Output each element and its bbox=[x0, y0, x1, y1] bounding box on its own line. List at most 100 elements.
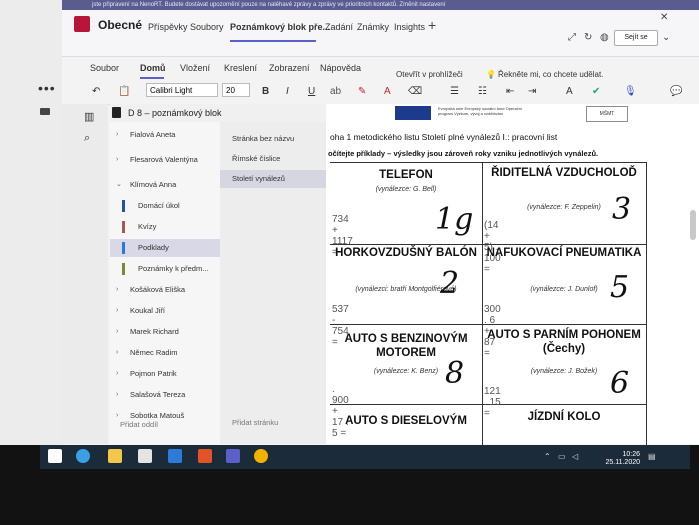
chevron-down-icon[interactable]: ⌄ bbox=[662, 32, 670, 43]
volume-icon[interactable]: ◁ bbox=[572, 452, 578, 461]
chevron-right-icon[interactable]: › bbox=[116, 407, 118, 425]
vertical-scrollbar[interactable] bbox=[690, 210, 696, 240]
add-section-button[interactable]: Přidat oddíl bbox=[120, 420, 158, 429]
comment-icon[interactable]: 💬 bbox=[670, 86, 682, 97]
taskbar-clock[interactable]: 10:26 25.11.2020 bbox=[596, 451, 640, 467]
bullets-icon[interactable]: ☰ bbox=[450, 86, 459, 97]
add-tab-button[interactable]: + bbox=[428, 17, 436, 33]
tray-arrow-icon[interactable]: ⌃ bbox=[544, 452, 551, 461]
tab-assignments[interactable]: Zadání bbox=[325, 22, 353, 32]
chevron-right-icon[interactable]: › bbox=[116, 386, 118, 404]
bold-button[interactable]: B bbox=[262, 86, 269, 97]
start-menu-icon[interactable] bbox=[48, 449, 62, 463]
outdent-icon[interactable]: ⇥ bbox=[528, 86, 536, 97]
tab-files[interactable]: Soubory bbox=[190, 22, 224, 32]
table-row-border bbox=[330, 162, 646, 163]
notebook-title[interactable]: D 8 – poznámkový blok bbox=[110, 104, 326, 122]
section-item[interactable]: Kvízy bbox=[110, 218, 220, 236]
section-label: Košáková Eliška bbox=[130, 285, 186, 294]
chevron-right-icon[interactable]: › bbox=[116, 302, 118, 320]
handwritten-answer: 5 bbox=[610, 270, 630, 305]
clear-format-icon[interactable]: ⌫ bbox=[408, 86, 422, 97]
numbering-icon[interactable]: ☷ bbox=[478, 86, 487, 97]
store-icon[interactable] bbox=[138, 449, 152, 463]
network-icon[interactable]: ▭ bbox=[558, 452, 566, 461]
dictate-icon[interactable]: 🎙 bbox=[624, 86, 637, 97]
search-icon[interactable]: ⌕ bbox=[84, 132, 90, 145]
indent-icon[interactable]: ⇤ bbox=[506, 86, 514, 97]
background-window-strip: ••• bbox=[0, 0, 62, 445]
chrome-icon[interactable] bbox=[254, 449, 268, 463]
chevron-right-icon[interactable]: › bbox=[116, 151, 118, 169]
tab-insights[interactable]: Insights bbox=[394, 22, 425, 32]
section-label: Koukal Jiří bbox=[130, 306, 166, 315]
chevron-down-icon[interactable]: ⌄ bbox=[116, 176, 122, 194]
chevron-right-icon[interactable]: › bbox=[116, 126, 118, 144]
meet-button[interactable]: Sejít se bbox=[614, 30, 658, 46]
notebooks-icon[interactable]: ▥ bbox=[84, 110, 94, 123]
section-item[interactable]: Podklady bbox=[110, 239, 220, 257]
tab-notebook[interactable]: Poznámkový blok pře... bbox=[230, 22, 330, 32]
section-item[interactable]: Poznámky k předm... bbox=[110, 260, 220, 278]
office-icon[interactable] bbox=[198, 449, 212, 463]
expand-icon[interactable]: ⤢ bbox=[568, 32, 576, 43]
cell-example: . 900 + 17 . 5 = bbox=[332, 384, 349, 439]
tag-icon[interactable]: ✔ bbox=[592, 86, 600, 97]
teams-icon[interactable] bbox=[226, 449, 240, 463]
ribbon-tab-file[interactable]: Soubor bbox=[90, 63, 119, 73]
more-options-icon[interactable]: ••• bbox=[38, 80, 56, 96]
edge-icon[interactable] bbox=[76, 449, 90, 463]
section-group[interactable]: › Koukal Jiří bbox=[110, 302, 220, 320]
cell-title: ŘIDITELNÁ VZDUCHOLOĎ bbox=[491, 167, 637, 179]
italic-button[interactable]: I bbox=[286, 86, 289, 97]
section-color-bar bbox=[122, 200, 125, 212]
section-group[interactable]: › Fialová Aneta bbox=[110, 126, 220, 144]
chevron-right-icon[interactable]: › bbox=[116, 323, 118, 341]
page-item[interactable]: Stránka bez názvu bbox=[220, 130, 326, 148]
underline-button[interactable]: U bbox=[308, 86, 315, 97]
section-group[interactable]: › Salašová Tereza bbox=[110, 386, 220, 404]
chevron-right-icon[interactable]: › bbox=[116, 281, 118, 299]
page-item[interactable]: Římské číslice bbox=[220, 150, 326, 168]
section-label: Kvízy bbox=[138, 222, 157, 231]
styles-icon[interactable]: A bbox=[566, 86, 573, 97]
undo-icon[interactable]: ↶ bbox=[92, 86, 100, 97]
section-label: Klímová Anna bbox=[130, 180, 177, 189]
ribbon-tab-view[interactable]: Zobrazení bbox=[269, 63, 310, 73]
section-group[interactable]: › Košáková Eliška bbox=[110, 281, 220, 299]
notifications-icon[interactable]: ▤ bbox=[648, 452, 656, 461]
section-group[interactable]: ⌄ Klímová Anna bbox=[110, 176, 220, 194]
camera-icon[interactable] bbox=[40, 108, 50, 115]
tab-posts[interactable]: Příspěvky bbox=[148, 22, 188, 32]
ribbon-tab-insert[interactable]: Vložení bbox=[180, 63, 210, 73]
globe-icon[interactable]: ◍ bbox=[600, 32, 609, 43]
section-group[interactable]: › Flesarová Valentýna bbox=[110, 151, 220, 169]
font-name-select[interactable]: Calibri Light bbox=[146, 83, 218, 97]
tab-grades[interactable]: Známky bbox=[357, 22, 389, 32]
mail-icon[interactable] bbox=[168, 449, 182, 463]
window-close-icon[interactable]: ✕ bbox=[660, 12, 668, 23]
chevron-right-icon[interactable]: › bbox=[116, 344, 118, 362]
section-group[interactable]: › Pojmon Patrik bbox=[110, 365, 220, 383]
section-color-bar bbox=[122, 263, 125, 275]
ribbon-tab-draw[interactable]: Kreslení bbox=[224, 63, 257, 73]
refresh-icon[interactable]: ↻ bbox=[584, 32, 592, 43]
font-size-select[interactable]: 20 bbox=[222, 83, 250, 97]
page-item[interactable]: Století vynálezů bbox=[220, 170, 326, 188]
highlight-icon[interactable]: ✎ bbox=[358, 86, 366, 97]
section-group[interactable]: › Marek Richard bbox=[110, 323, 220, 341]
tell-me-search[interactable]: Řekněte mi, co chcete udělat. bbox=[498, 70, 603, 79]
clipboard-icon[interactable]: 📋 bbox=[118, 86, 130, 97]
handwritten-answer: 1g bbox=[435, 202, 474, 237]
add-page-button[interactable]: Přidat stránku bbox=[232, 418, 278, 427]
ribbon-tab-home[interactable]: Domů bbox=[140, 63, 166, 73]
ribbon-active-indicator bbox=[140, 77, 164, 79]
ribbon-tab-help[interactable]: Nápověda bbox=[320, 63, 361, 73]
section-item[interactable]: Domácí úkol bbox=[110, 197, 220, 215]
strikethrough-icon[interactable]: ab bbox=[330, 86, 341, 97]
chevron-right-icon[interactable]: › bbox=[116, 365, 118, 383]
section-group[interactable]: › Němec Radim bbox=[110, 344, 220, 362]
file-explorer-icon[interactable] bbox=[108, 449, 122, 463]
open-in-browser-button[interactable]: Otevřít v prohlížeči bbox=[396, 70, 463, 79]
font-color-icon[interactable]: A bbox=[384, 86, 391, 97]
